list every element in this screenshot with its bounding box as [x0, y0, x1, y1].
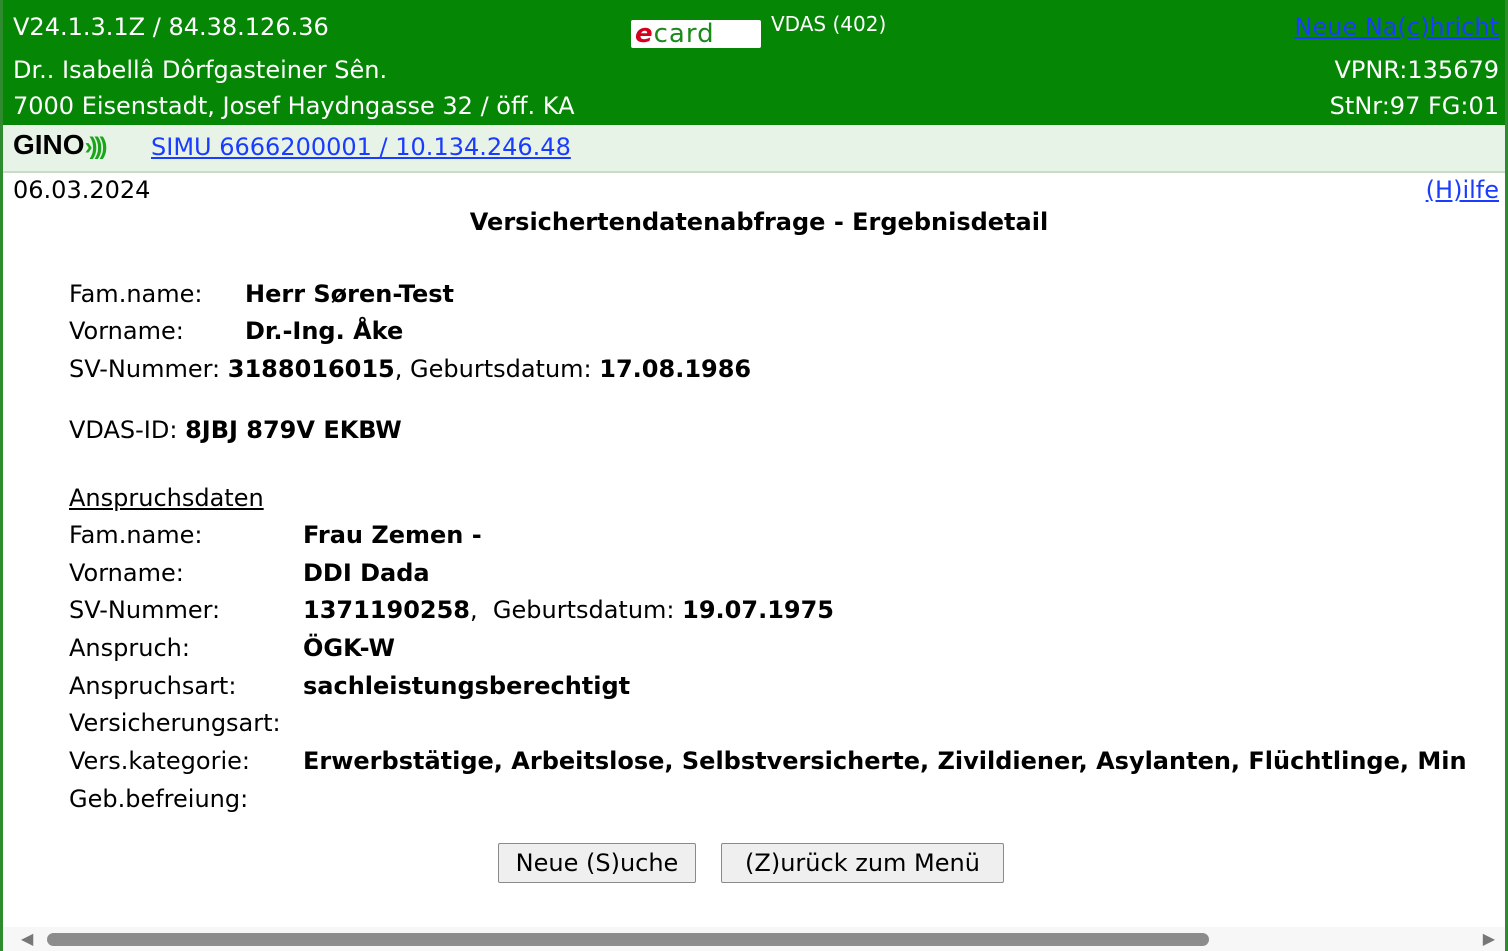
- header-bar: V24.1.3.1Z / 84.38.126.36 Neue Na(c)hric…: [3, 0, 1505, 125]
- new-search-button[interactable]: Neue (S)uche: [498, 843, 696, 883]
- claim-famname-row: Fam.name: Frau Zemen -: [69, 517, 482, 553]
- label: Vorname:: [69, 559, 184, 587]
- insurance-type-row: Versicherungsart:: [69, 705, 303, 741]
- address: 7000 Eisenstadt, Josef Haydngasse 32 / ö…: [13, 92, 575, 120]
- module-label: VDAS (402): [771, 12, 887, 36]
- scroll-right-arrow-icon[interactable]: ▶: [1483, 929, 1495, 948]
- insured-svnr: 3188016015: [227, 355, 395, 383]
- vdas-id: 8JBJ 879V EKBW: [185, 416, 402, 444]
- claim-svnr-row: SV-Nummer: 1371190258, Geburtsdatum: 19.0…: [69, 592, 834, 628]
- claim-svnr: 1371190258: [303, 596, 470, 624]
- horizontal-scrollbar[interactable]: ◀ ▶: [3, 927, 1505, 951]
- label: SV-Nummer:: [69, 355, 221, 383]
- scrollbar-thumb[interactable]: [47, 933, 1209, 946]
- version-ip: V24.1.3.1Z / 84.38.126.36: [13, 13, 329, 41]
- label: SV-Nummer:: [69, 596, 221, 624]
- label: Anspruch:: [69, 634, 190, 662]
- insured-svnr-row: SV-Nummer: 3188016015, Geburtsdatum: 17.…: [69, 351, 751, 387]
- signal-waves-icon: ›))): [84, 133, 108, 160]
- insured-birthdate: 17.08.1986: [599, 355, 752, 383]
- claim-vorname-row: Vorname: DDI Dada: [69, 555, 430, 591]
- label: Anspruchsart:: [69, 672, 237, 700]
- header-line-2: Dr.. Isabellâ Dôrfgasteiner Sên. VPNR:13…: [13, 52, 1499, 88]
- claim-famname: Frau Zemen -: [303, 521, 482, 549]
- page-title: Versichertendatenabfrage - Ergebnisdetai…: [469, 208, 1049, 236]
- back-to-menu-button[interactable]: (Z)urück zum Menü: [721, 843, 1004, 883]
- label: Geb.befreiung:: [69, 785, 249, 813]
- gino-logo: GINO›))): [13, 129, 108, 160]
- insured-vorname: Dr.-Ing. Åke: [245, 317, 404, 345]
- claim-insurer: ÖGK-W: [303, 634, 395, 662]
- section-heading-row: Anspruchsdaten: [69, 480, 264, 516]
- claim-type: sachleistungsberechtigt: [303, 672, 631, 700]
- help-link[interactable]: (H)ilfe: [1426, 176, 1499, 204]
- claim-vorname: DDI Dada: [303, 559, 430, 587]
- claim-birthdate: 19.07.1975: [682, 596, 834, 624]
- insured-vorname-row: Vorname: Dr.-Ing. Åke: [69, 313, 403, 349]
- header-line-3: 7000 Eisenstadt, Josef Haydngasse 32 / ö…: [13, 88, 1499, 124]
- claim-type-row: Anspruchsart: sachleistungsberechtigt: [69, 668, 630, 704]
- gino-connection-link[interactable]: SIMU 6666200001 / 10.134.246.48: [151, 133, 571, 161]
- new-message-link[interactable]: Neue Na(c)hricht: [1295, 9, 1499, 45]
- claim-anspruch-row: Anspruch: ÖGK-W: [69, 630, 395, 666]
- label: , Geburtsdatum:: [470, 596, 675, 624]
- current-date: 06.03.2024: [13, 176, 151, 204]
- label: , Geburtsdatum:: [394, 355, 592, 383]
- insurance-category: Erwerbstätige, Arbeitslose, Selbstversic…: [303, 747, 1467, 775]
- ecard-logo: ecard: [631, 18, 763, 48]
- insurance-category-row: Vers.kategorie: Erwerbstätige, Arbeitslos…: [69, 743, 1467, 779]
- section-heading: Anspruchsdaten: [69, 484, 264, 512]
- gino-bar: GINO›))) SIMU 6666200001 / 10.134.246.48: [3, 125, 1505, 173]
- vpnr: VPNR:135679: [1334, 56, 1499, 84]
- scroll-left-arrow-icon[interactable]: ◀: [21, 929, 33, 948]
- stnr-fg: StNr:97 FG:01: [1329, 92, 1499, 120]
- label: Vorname:: [69, 317, 184, 345]
- label: Versicherungsart:: [69, 709, 281, 737]
- application-window: V24.1.3.1Z / 84.38.126.36 Neue Na(c)hric…: [0, 0, 1508, 951]
- insured-famname: Herr Søren-Test: [245, 280, 455, 308]
- label: Fam.name:: [69, 280, 203, 308]
- label: VDAS-ID:: [69, 416, 178, 444]
- fee-exemption-row: Geb.befreiung:: [69, 781, 303, 817]
- insured-famname-row: Fam.name: Herr Søren-Test: [69, 276, 454, 312]
- label: Vers.kategorie:: [69, 747, 250, 775]
- vdas-id-row: VDAS-ID: 8JBJ 879V EKBW: [69, 412, 402, 448]
- label: Fam.name:: [69, 521, 203, 549]
- doctor-name: Dr.. Isabellâ Dôrfgasteiner Sên.: [13, 56, 388, 84]
